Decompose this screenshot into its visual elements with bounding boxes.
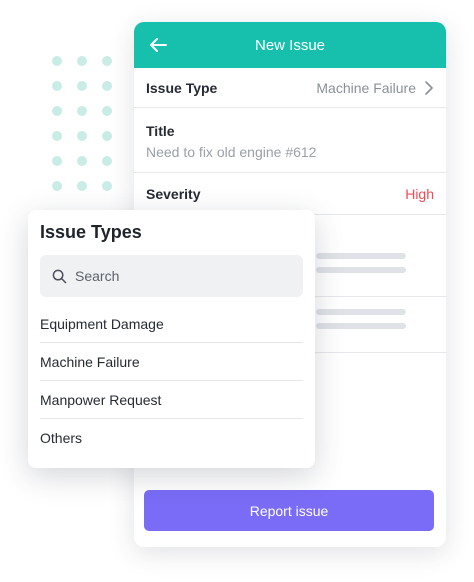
decor-dot bbox=[52, 106, 62, 116]
skeleton-line bbox=[316, 253, 406, 259]
issue-type-label: Issue Type bbox=[146, 79, 218, 96]
decor-dot bbox=[77, 181, 87, 191]
search-icon bbox=[52, 269, 67, 283]
decor-dot bbox=[102, 156, 112, 166]
title-label: Title bbox=[146, 123, 175, 139]
option-others[interactable]: Others bbox=[40, 419, 303, 457]
decor-dot bbox=[52, 181, 62, 191]
decor-dot bbox=[77, 131, 87, 141]
issue-types-dropdown: Issue Types Search Equipment Damage Mach… bbox=[28, 210, 315, 468]
decor-dot bbox=[52, 156, 62, 166]
issue-type-value-wrap: Machine Failure bbox=[316, 80, 434, 96]
title-input[interactable]: Need to fix old engine #612 bbox=[146, 144, 434, 160]
app-header: New Issue bbox=[134, 22, 446, 68]
decor-dot bbox=[102, 81, 112, 91]
dot-pattern bbox=[52, 56, 127, 206]
decor-dot bbox=[102, 106, 112, 116]
arrow-left-icon[interactable] bbox=[148, 35, 168, 55]
option-manpower-request[interactable]: Manpower Request bbox=[40, 381, 303, 419]
decor-dot bbox=[52, 81, 62, 91]
option-list: Equipment Damage Machine Failure Manpowe… bbox=[40, 305, 303, 457]
decor-dot bbox=[77, 106, 87, 116]
skeleton-line bbox=[316, 323, 406, 329]
skeleton-line bbox=[316, 267, 406, 273]
severity-label: Severity bbox=[146, 185, 201, 202]
page-title: New Issue bbox=[254, 36, 326, 54]
report-issue-button[interactable]: Report issue bbox=[144, 490, 434, 531]
issue-type-field[interactable]: Issue Type Machine Failure bbox=[134, 68, 446, 108]
skeleton-line bbox=[316, 309, 406, 315]
search-placeholder: Search bbox=[75, 268, 120, 284]
issue-type-value: Machine Failure bbox=[316, 79, 416, 96]
option-machine-failure[interactable]: Machine Failure bbox=[40, 343, 303, 381]
chevron-right-icon bbox=[425, 80, 433, 95]
option-equipment-damage[interactable]: Equipment Damage bbox=[40, 305, 303, 343]
decor-dot bbox=[52, 131, 62, 141]
decor-dot bbox=[52, 56, 62, 66]
decor-dot bbox=[102, 181, 112, 191]
decor-dot bbox=[77, 56, 87, 66]
dropdown-title: Issue Types bbox=[40, 222, 142, 242]
decor-dot bbox=[102, 131, 112, 141]
stage: New Issue Issue Type Machine Failure Tit… bbox=[0, 0, 474, 582]
severity-value: High bbox=[405, 185, 434, 202]
decor-dot bbox=[77, 81, 87, 91]
decor-dot bbox=[102, 56, 112, 66]
title-field[interactable]: Title Need to fix old engine #612 bbox=[134, 108, 446, 173]
search-input[interactable]: Search bbox=[40, 255, 303, 297]
severity-field[interactable]: Severity High bbox=[134, 173, 446, 215]
decor-dot bbox=[77, 156, 87, 166]
